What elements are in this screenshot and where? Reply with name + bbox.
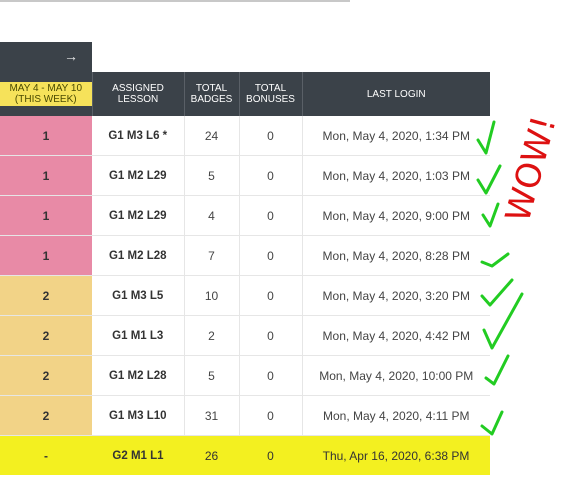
cell-login: Mon, May 4, 2020, 8:28 PM xyxy=(302,235,490,276)
column-scroll-button[interactable]: → xyxy=(0,42,92,72)
cell-login: Mon, May 4, 2020, 3:20 PM xyxy=(302,275,490,316)
cell-lesson: G1 M3 L6 * xyxy=(92,116,185,156)
col-header-week[interactable]: MAY 4 - MAY 10 (THIS WEEK) xyxy=(0,72,93,116)
cell-lesson: G2 M1 L1 xyxy=(92,435,184,475)
wow-annotation: WOW! xyxy=(498,112,564,226)
cell-login: Mon, May 4, 2020, 4:11 PM xyxy=(302,395,490,436)
cell-lesson: G1 M3 L5 xyxy=(92,275,185,316)
table-row: 2 G1 M2 L28 5 0 Mon, May 4, 2020, 10:00 … xyxy=(0,355,490,396)
cell-week: 2 xyxy=(0,355,92,396)
cell-bonuses: 0 xyxy=(239,275,303,316)
student-progress-table: MAY 4 - MAY 10 (THIS WEEK) ASSIGNED LESS… xyxy=(0,72,490,475)
cell-bonuses: 0 xyxy=(239,235,303,276)
cell-week: 1 xyxy=(0,195,92,236)
cell-bonuses: 0 xyxy=(239,116,303,156)
cell-bonuses: 0 xyxy=(239,395,303,436)
cell-week: 1 xyxy=(0,116,92,156)
arrow-right-icon: → xyxy=(64,48,78,64)
col-header-bonuses[interactable]: TOTAL BONUSES xyxy=(239,72,303,116)
cell-lesson: G1 M3 L10 xyxy=(92,395,185,436)
cell-week: 2 xyxy=(0,395,92,436)
cell-week: 2 xyxy=(0,315,92,356)
cell-bonuses: 0 xyxy=(239,315,303,356)
cell-badges: 7 xyxy=(184,235,240,276)
cell-badges: 26 xyxy=(184,435,239,475)
cell-lesson: G1 M2 L29 xyxy=(92,195,185,236)
table-row: 1 G1 M3 L6 * 24 0 Mon, May 4, 2020, 1:34… xyxy=(0,116,490,156)
cell-lesson: G1 M1 L3 xyxy=(92,315,185,356)
cell-badges: 2 xyxy=(184,315,240,356)
cell-lesson: G1 M2 L28 xyxy=(92,355,185,396)
cell-badges: 24 xyxy=(184,116,240,156)
cell-badges: 31 xyxy=(184,395,240,436)
col-header-lesson[interactable]: ASSIGNED LESSON xyxy=(92,72,185,116)
cell-login: Mon, May 4, 2020, 1:03 PM xyxy=(302,155,490,196)
cell-lesson: G1 M2 L28 xyxy=(92,235,185,276)
cell-bonuses: 0 xyxy=(239,355,303,396)
cell-login: Mon, May 4, 2020, 4:42 PM xyxy=(302,315,490,356)
table-row: 2 G1 M1 L3 2 0 Mon, May 4, 2020, 4:42 PM xyxy=(0,315,490,356)
table-header-row: MAY 4 - MAY 10 (THIS WEEK) ASSIGNED LESS… xyxy=(0,72,490,116)
cell-badges: 5 xyxy=(184,155,240,196)
cell-badges: 5 xyxy=(184,355,240,396)
cell-bonuses: 0 xyxy=(239,195,303,236)
table-row: 2 G1 M3 L10 31 0 Mon, May 4, 2020, 4:11 … xyxy=(0,395,490,436)
col-header-login[interactable]: LAST LOGIN xyxy=(302,72,490,116)
table-row-highlighted: - G2 M1 L1 26 0 Thu, Apr 16, 2020, 6:38 … xyxy=(0,435,490,475)
table-row: 1 G1 M2 L28 7 0 Mon, May 4, 2020, 8:28 P… xyxy=(0,235,490,276)
cell-week: - xyxy=(0,435,92,475)
table-row: 2 G1 M3 L5 10 0 Mon, May 4, 2020, 3:20 P… xyxy=(0,275,490,316)
cell-login: Mon, May 4, 2020, 10:00 PM xyxy=(302,355,490,396)
cell-week: 2 xyxy=(0,275,92,316)
table-row: 1 G1 M2 L29 4 0 Mon, May 4, 2020, 9:00 P… xyxy=(0,195,490,236)
cell-badges: 10 xyxy=(184,275,240,316)
week-header-label: MAY 4 - MAY 10 (THIS WEEK) xyxy=(0,82,92,106)
cell-badges: 4 xyxy=(184,195,240,236)
cell-login: Mon, May 4, 2020, 1:34 PM xyxy=(302,116,490,156)
cell-bonuses: 0 xyxy=(239,155,303,196)
cell-login: Thu, Apr 16, 2020, 6:38 PM xyxy=(302,435,490,475)
cell-login: Mon, May 4, 2020, 9:00 PM xyxy=(302,195,490,236)
top-divider xyxy=(0,0,350,2)
table-row: 1 G1 M2 L29 5 0 Mon, May 4, 2020, 1:03 P… xyxy=(0,155,490,196)
cell-lesson: G1 M2 L29 xyxy=(92,155,185,196)
cell-bonuses: 0 xyxy=(239,435,302,475)
cell-week: 1 xyxy=(0,235,92,276)
col-header-badges[interactable]: TOTAL BADGES xyxy=(184,72,240,116)
cell-week: 1 xyxy=(0,155,92,196)
